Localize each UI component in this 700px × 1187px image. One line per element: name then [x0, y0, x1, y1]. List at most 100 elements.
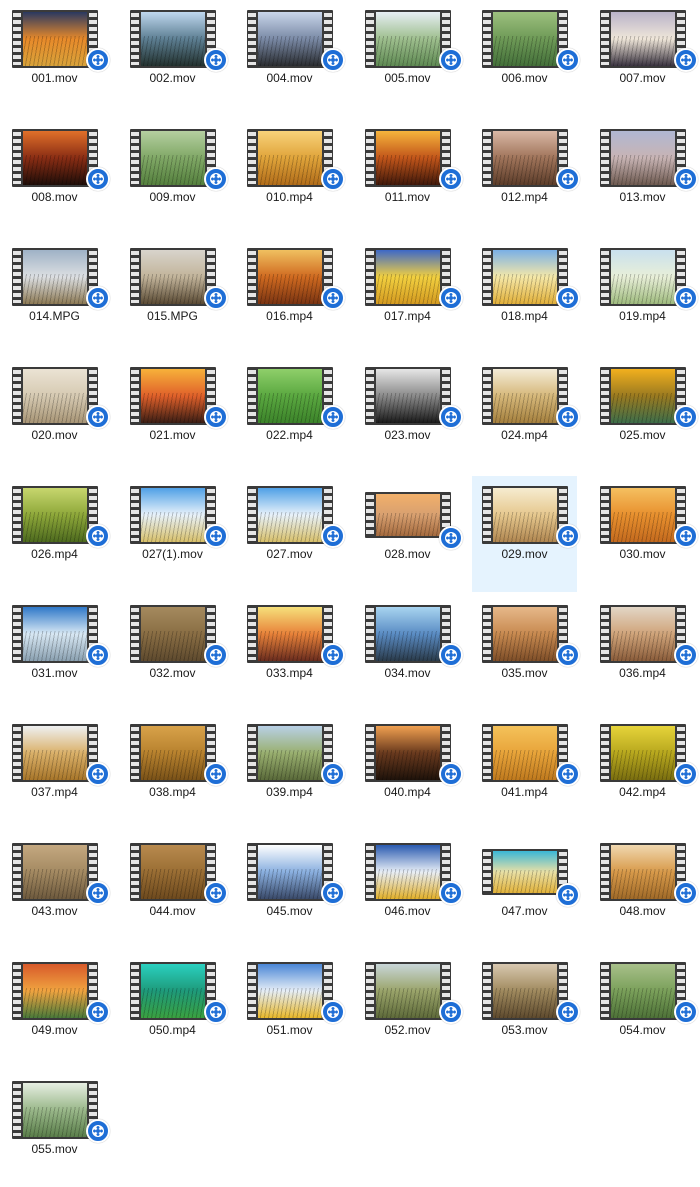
file-item[interactable]: 032.mov	[120, 595, 228, 711]
file-name: 007.mov	[619, 71, 666, 85]
file-item[interactable]: 031.mov	[2, 595, 110, 711]
video-thumbnail	[365, 492, 451, 538]
thumbnail-texture	[376, 36, 440, 66]
file-item[interactable]: 027(1).mov	[120, 476, 228, 592]
file-item[interactable]: 040.mp4	[355, 714, 463, 830]
file-item[interactable]: 016.mp4	[237, 238, 345, 354]
thumbnail-texture	[493, 274, 557, 304]
file-item[interactable]: 001.mov	[2, 0, 110, 116]
film-perforations-left	[366, 965, 374, 1017]
file-name: 008.mov	[31, 190, 78, 204]
film-reel-icon	[92, 649, 104, 661]
thumbnail-image	[141, 488, 205, 542]
file-name: 038.mp4	[149, 785, 196, 799]
file-item[interactable]: 035.mov	[472, 595, 580, 711]
file-item[interactable]: 048.mov	[590, 833, 698, 949]
file-item[interactable]: 046.mov	[355, 833, 463, 949]
file-item[interactable]: 024.mp4	[472, 357, 580, 473]
file-item[interactable]: 005.mov	[355, 0, 463, 116]
film-reel-icon	[327, 54, 339, 66]
file-item[interactable]: 006.mov	[472, 0, 580, 116]
file-item[interactable]: 025.mov	[590, 357, 698, 473]
file-item[interactable]: 036.mp4	[590, 595, 698, 711]
file-item[interactable]: 007.mov	[590, 0, 698, 116]
video-player-icon	[556, 48, 580, 72]
film-perforations-left	[601, 965, 609, 1017]
file-item[interactable]: 043.mov	[2, 833, 110, 949]
file-item[interactable]: 054.mov	[590, 952, 698, 1068]
file-item[interactable]: 028.mov	[355, 476, 463, 592]
film-perforations-left	[131, 13, 139, 65]
film-reel-icon	[562, 768, 574, 780]
file-item[interactable]: 052.mov	[355, 952, 463, 1068]
thumbnail-image	[23, 12, 87, 66]
thumbnail-image	[376, 369, 440, 423]
video-player-icon	[86, 762, 110, 786]
file-item[interactable]: 033.mp4	[237, 595, 345, 711]
film-reel-icon	[680, 768, 692, 780]
file-item[interactable]: 013.mov	[590, 119, 698, 235]
video-player-icon	[321, 48, 345, 72]
file-item[interactable]: 050.mp4	[120, 952, 228, 1068]
file-item[interactable]: 012.mp4	[472, 119, 580, 235]
film-reel-icon	[92, 173, 104, 185]
file-item[interactable]: 009.mov	[120, 119, 228, 235]
file-item[interactable]: 023.mov	[355, 357, 463, 473]
file-item[interactable]: 020.mov	[2, 357, 110, 473]
thumbnail-image	[493, 250, 557, 304]
file-item[interactable]: 045.mov	[237, 833, 345, 949]
file-item[interactable]: 018.mp4	[472, 238, 580, 354]
file-item[interactable]: 022.mp4	[237, 357, 345, 473]
film-perforations-left	[601, 489, 609, 541]
thumbnail-texture	[141, 869, 205, 899]
file-item[interactable]: 041.mp4	[472, 714, 580, 830]
file-item[interactable]: 038.mp4	[120, 714, 228, 830]
film-reel-icon	[210, 530, 222, 542]
video-player-icon	[204, 762, 228, 786]
file-item[interactable]: 037.mp4	[2, 714, 110, 830]
thumbnail-texture	[611, 155, 675, 185]
file-item[interactable]: 042.mp4	[590, 714, 698, 830]
file-item[interactable]: 021.mov	[120, 357, 228, 473]
film-perforations-left	[131, 965, 139, 1017]
video-player-icon	[204, 48, 228, 72]
video-player-icon	[204, 405, 228, 429]
file-item[interactable]: 047.mov	[472, 833, 580, 949]
file-item[interactable]: 044.mov	[120, 833, 228, 949]
film-perforations-left	[366, 132, 374, 184]
file-item[interactable]: 004.mov	[237, 0, 345, 116]
thumbnail-image	[493, 607, 557, 661]
file-item[interactable]: 053.mov	[472, 952, 580, 1068]
file-name: 044.mov	[149, 904, 196, 918]
file-item[interactable]: 029.mov	[472, 476, 580, 592]
file-item[interactable]: 051.mov	[237, 952, 345, 1068]
film-perforations-left	[13, 1084, 21, 1136]
file-item[interactable]: 011.mov	[355, 119, 463, 235]
file-item[interactable]: 019.mp4	[590, 238, 698, 354]
film-perforations-left	[601, 370, 609, 422]
film-reel-icon	[210, 887, 222, 899]
video-player-icon	[674, 881, 698, 905]
file-item[interactable]: 034.mov	[355, 595, 463, 711]
file-item[interactable]: 010.mp4	[237, 119, 345, 235]
file-item[interactable]: 014.MPG	[2, 238, 110, 354]
file-grid: 001.mov 002.mov 004.mov 005.mov 006.mov 007.m…	[0, 0, 700, 1166]
file-item[interactable]: 039.mp4	[237, 714, 345, 830]
file-item[interactable]: 002.mov	[120, 0, 228, 116]
file-item[interactable]: 026.mp4	[2, 476, 110, 592]
thumbnail-image	[141, 964, 205, 1018]
thumbnail-texture	[258, 631, 322, 661]
file-item[interactable]: 015.MPG	[120, 238, 228, 354]
thumbnail-texture	[376, 393, 440, 423]
thumbnail-image	[258, 131, 322, 185]
file-item[interactable]: 008.mov	[2, 119, 110, 235]
file-item[interactable]: 027.mov	[237, 476, 345, 592]
film-perforations-left	[601, 846, 609, 898]
film-reel-icon	[327, 768, 339, 780]
film-perforations-left	[483, 852, 491, 892]
file-name: 017.mp4	[384, 309, 431, 323]
file-item[interactable]: 030.mov	[590, 476, 698, 592]
file-item[interactable]: 017.mp4	[355, 238, 463, 354]
file-item[interactable]: 055.mov	[2, 1071, 110, 1187]
file-item[interactable]: 049.mov	[2, 952, 110, 1068]
